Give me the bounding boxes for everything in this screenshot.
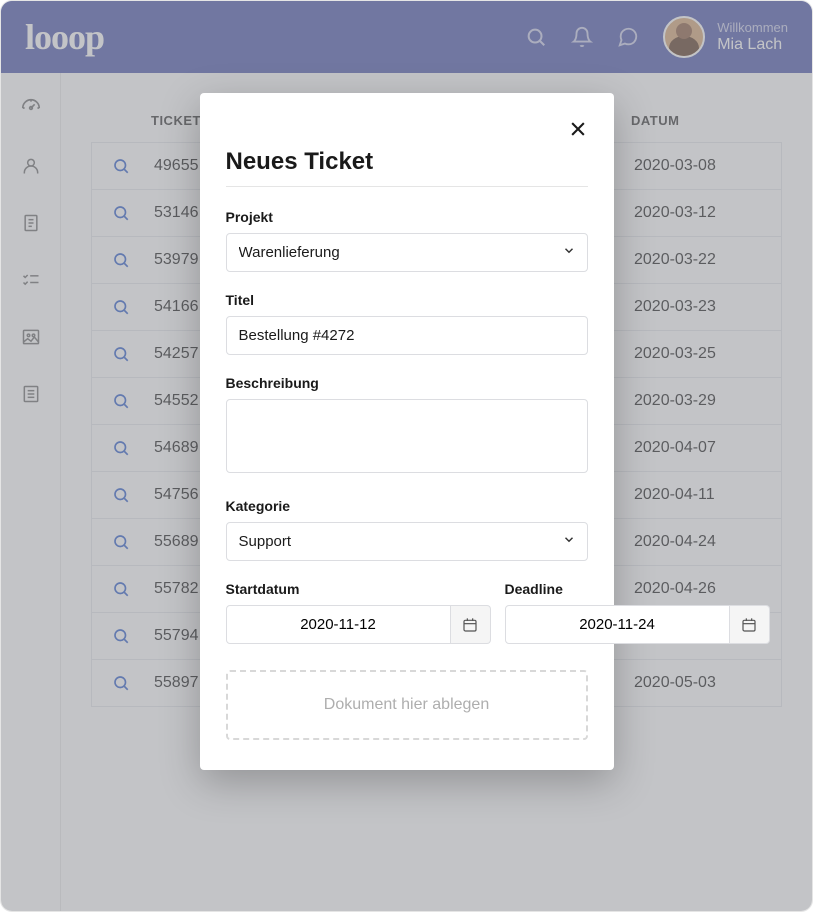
category-label: Kategorie xyxy=(226,498,588,514)
description-label: Beschreibung xyxy=(226,375,588,391)
deadline-input[interactable] xyxy=(505,605,730,644)
title-input[interactable] xyxy=(226,316,588,355)
category-select[interactable]: Support xyxy=(226,522,588,561)
calendar-icon[interactable] xyxy=(451,605,491,644)
calendar-icon[interactable] xyxy=(730,605,770,644)
startdate-label: Startdatum xyxy=(226,581,491,597)
description-textarea[interactable] xyxy=(226,399,588,473)
document-dropzone[interactable]: Dokument hier ablegen xyxy=(226,670,588,740)
modal-title: Neues Ticket xyxy=(226,148,588,187)
title-label: Titel xyxy=(226,292,588,308)
close-icon[interactable] xyxy=(568,119,588,139)
modal-close-row xyxy=(226,119,588,144)
deadline-label: Deadline xyxy=(505,581,770,597)
modal-overlay[interactable]: Neues Ticket Projekt Warenlieferung Tite… xyxy=(1,1,812,911)
new-ticket-modal: Neues Ticket Projekt Warenlieferung Tite… xyxy=(200,93,614,770)
project-select[interactable]: Warenlieferung xyxy=(226,233,588,272)
project-label: Projekt xyxy=(226,209,588,225)
app-window: looop Willkommen Mia Lach xyxy=(0,0,813,912)
startdate-input[interactable] xyxy=(226,605,451,644)
